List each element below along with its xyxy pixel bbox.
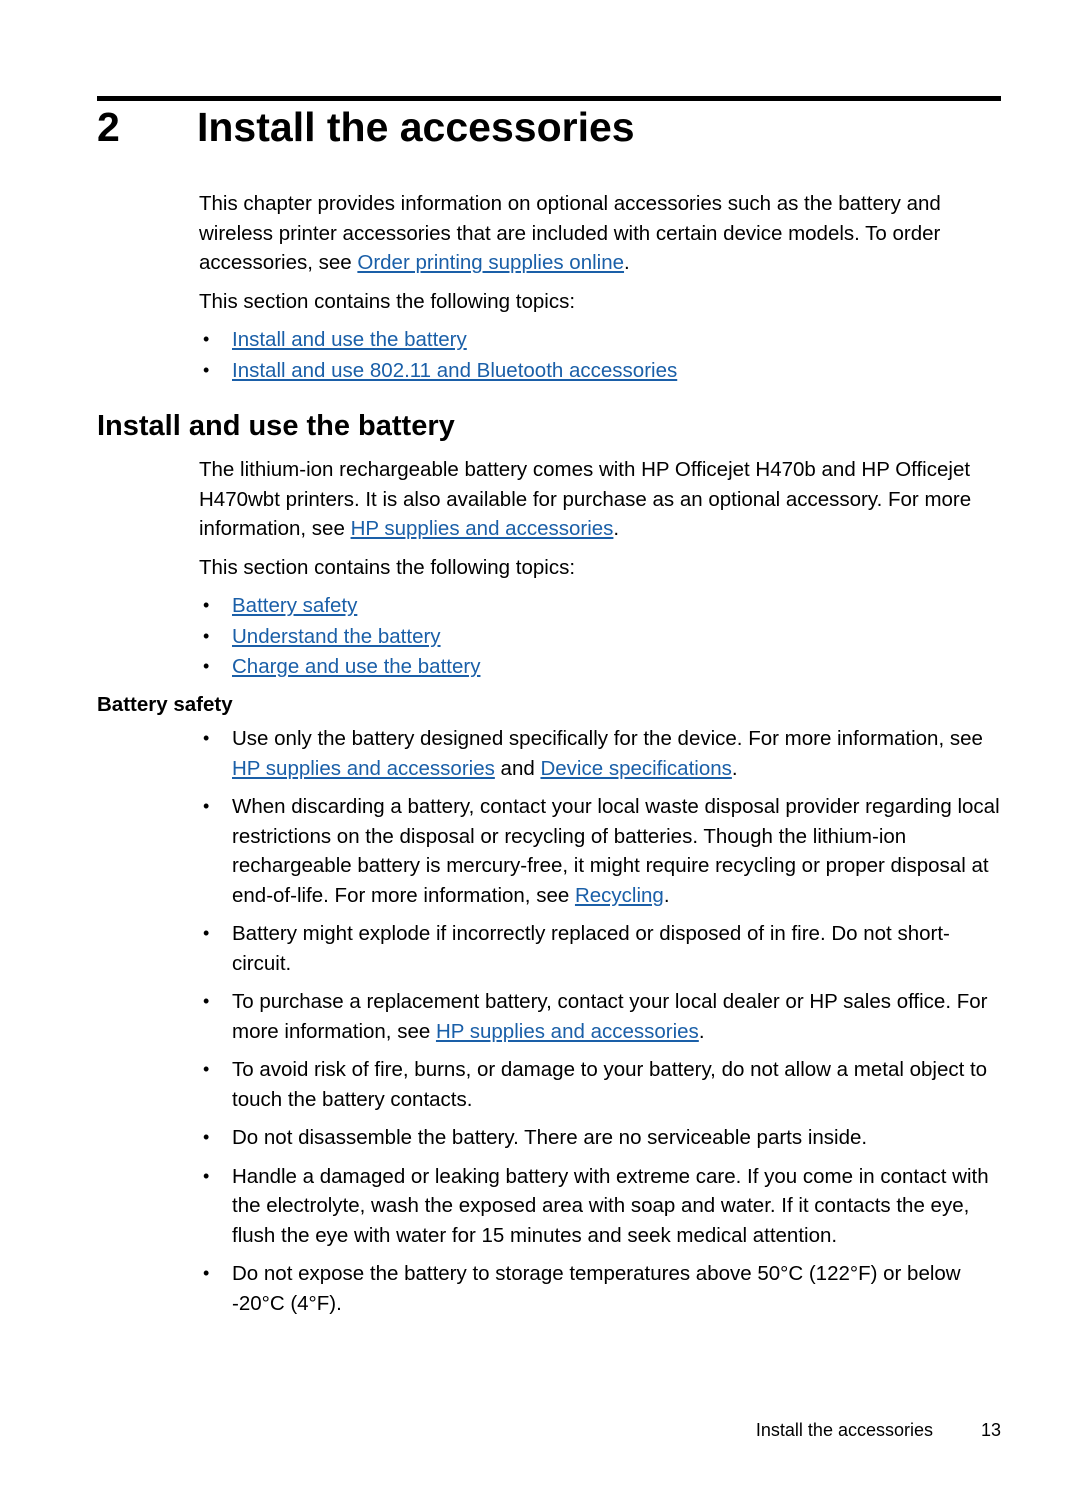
link-hp-supplies-and-accessories[interactable]: HP supplies and accessories [436,1020,699,1043]
list-item-text: Handle a damaged or leaking battery with… [232,1164,989,1247]
intro-paragraph: This chapter provides information on opt… [199,189,1001,278]
chapter-divider-rule [97,96,1001,101]
link-hp-supplies-and-accessories[interactable]: HP supplies and accessories [232,757,495,780]
list-item: Do not expose the battery to storage tem… [199,1259,1001,1318]
list-item: Battery safety [199,591,1001,621]
section-heading-install-and-use-the-battery: Install and use the battery [97,410,455,442]
list-item-text: Use only the battery designed specifical… [232,727,983,750]
section-battery-text-2: . [613,517,620,540]
intro-topics-lead: This section contains the following topi… [199,289,576,313]
link-understand-the-battery[interactable]: Understand the battery [232,625,441,648]
section-battery-topics-lead: This section contains the following topi… [199,555,576,579]
intro-topics-list: Install and use the battery Install and … [199,325,1001,385]
list-item-text: Do not expose the battery to storage tem… [232,1262,961,1315]
chapter-heading: 2 Install the accessories [97,104,1007,151]
list-item: Battery might explode if incorrectly rep… [199,919,1001,978]
list-item-text: . [663,883,670,907]
link-install-and-use-802-11-and-bluetooth-accessories[interactable]: Install and use 802.11 and Bluetooth acc… [232,359,677,382]
link-device-specifications[interactable]: Device specifications [540,757,731,780]
link-hp-supplies-and-accessories[interactable]: HP supplies and accessories [351,517,614,540]
list-item: Install and use the battery [199,325,1001,355]
list-item: Handle a damaged or leaking battery with… [199,1162,1001,1251]
section-battery-block: The lithium-ion rechargeable battery com… [199,455,1001,683]
list-item-text: To avoid risk of fire, burns, or damage … [232,1058,988,1111]
battery-safety-block: Use only the battery designed specifical… [199,724,1001,1327]
section-battery-paragraph: The lithium-ion rechargeable battery com… [199,455,1001,544]
list-item: To avoid risk of fire, burns, or damage … [199,1055,1001,1114]
link-order-printing-supplies-online[interactable]: Order printing supplies online [357,251,624,274]
chapter-number: 2 [97,104,120,150]
list-item-text: . [698,1019,705,1043]
intro-block: This chapter provides information on opt… [199,189,1001,386]
subsection-heading-battery-safety: Battery safety [97,693,233,716]
document-page: 2 Install the accessories This chapter p… [0,0,1080,1495]
page-footer: Install the accessories 13 [199,1420,1001,1441]
link-recycling[interactable]: Recycling [575,884,664,907]
link-install-and-use-the-battery[interactable]: Install and use the battery [232,328,467,351]
link-charge-and-use-the-battery[interactable]: Charge and use the battery [232,655,480,678]
list-item: To purchase a replacement battery, conta… [199,987,1001,1046]
list-item-text: . [731,756,738,780]
intro-paragraph-text-2: . [624,251,630,274]
section-battery-topics-list: Battery safety Understand the battery Ch… [199,591,1001,682]
footer-page-number: 13 [980,1420,1001,1440]
battery-safety-list: Use only the battery designed specifical… [199,724,1001,1318]
footer-title: Install the accessories [755,1420,933,1440]
link-battery-safety[interactable]: Battery safety [232,594,357,617]
list-item: When discarding a battery, contact your … [199,792,1001,910]
chapter-title: Install the accessories [197,104,635,150]
list-item: Charge and use the battery [199,652,1001,682]
list-item: Install and use 802.11 and Bluetooth acc… [199,356,1001,386]
list-item-text: Do not disassemble the battery. There ar… [232,1126,868,1149]
list-item: Understand the battery [199,622,1001,652]
list-item: Do not disassemble the battery. There ar… [199,1123,1001,1153]
list-item-text: and [494,756,541,780]
list-item: Use only the battery designed specifical… [199,724,1001,783]
list-item-text: Battery might explode if incorrectly rep… [232,922,950,975]
